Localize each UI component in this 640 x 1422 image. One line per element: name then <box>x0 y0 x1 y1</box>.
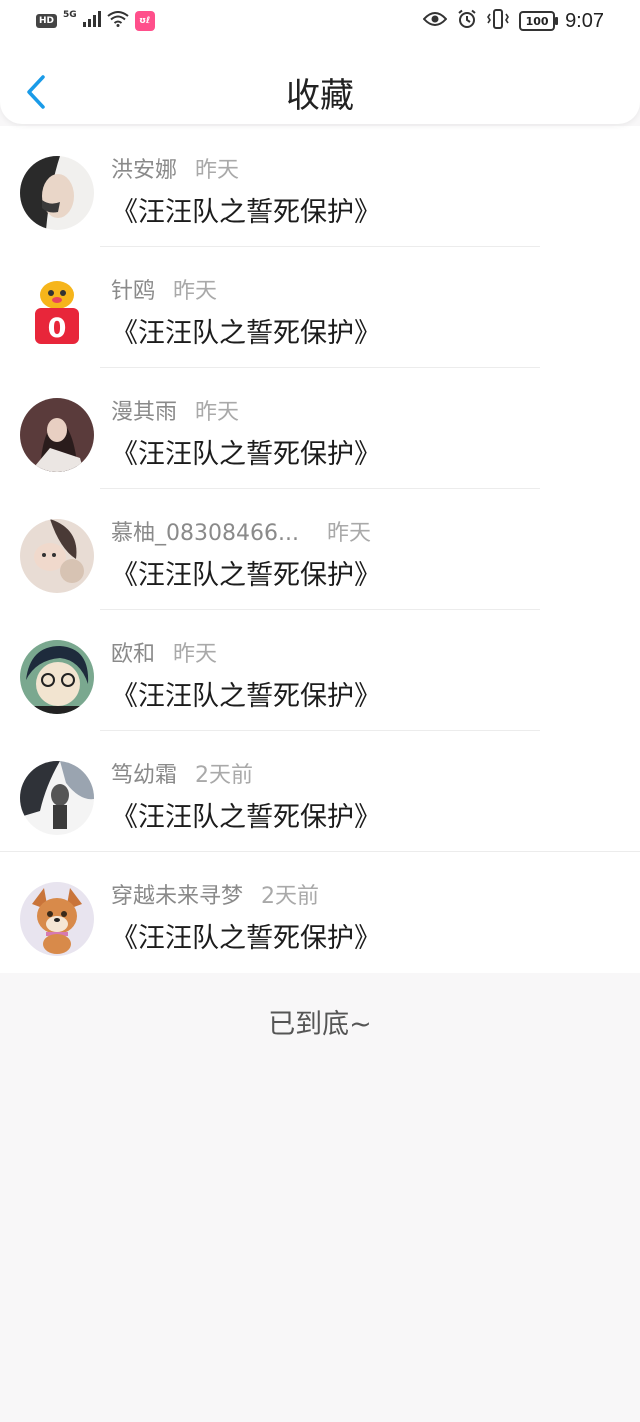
status-bar: HD 5G ʊℓ 100 9:07 <box>0 0 640 44</box>
username[interactable]: 慕柚_08308466... <box>111 521 299 546</box>
list-item[interactable]: 0 针鸥 昨天 《汪汪队之誓死保护》 <box>0 247 640 368</box>
timestamp: 昨天 <box>173 642 218 667</box>
vibrate-icon <box>487 9 510 33</box>
list-item[interactable]: 洪安娜 昨天 《汪汪队之誓死保护》 <box>0 126 640 247</box>
work-title[interactable]: 《汪汪队之誓死保护》 <box>111 674 381 713</box>
alarm-icon <box>457 9 477 33</box>
username[interactable]: 针鸥 <box>111 279 155 304</box>
page-title: 收藏 <box>286 76 354 116</box>
list-item[interactable]: 欧和 昨天 《汪汪队之誓死保护》 <box>0 610 640 731</box>
avatar-badge-text: 0 <box>48 313 67 344</box>
avatar[interactable] <box>20 882 94 956</box>
timestamp: 昨天 <box>173 279 218 304</box>
signal-icon <box>82 11 101 31</box>
timestamp: 2天前 <box>261 884 320 909</box>
avatar[interactable] <box>20 519 94 593</box>
timestamp: 昨天 <box>195 400 240 425</box>
timestamp: 2天前 <box>195 763 254 788</box>
timestamp: 昨天 <box>195 158 240 183</box>
clock: 9:07 <box>565 9 604 32</box>
work-title[interactable]: 《汪汪队之誓死保护》 <box>111 432 381 471</box>
battery-indicator: 100 <box>519 11 559 31</box>
avatar[interactable] <box>20 761 94 835</box>
favorites-list: 洪安娜 昨天 《汪汪队之誓死保护》 0 针鸥 昨天 《汪汪队之誓死保护》 漫其雨… <box>0 126 640 973</box>
list-item[interactable]: 穿越未来寻梦 2天前 《汪汪队之誓死保护》 <box>0 852 640 973</box>
list-item[interactable]: 慕柚_08308466... 昨天 《汪汪队之誓死保护》 <box>0 489 640 610</box>
username[interactable]: 笃幼霜 <box>111 763 177 788</box>
avatar[interactable] <box>20 640 94 714</box>
end-of-list-text: 已到底~ <box>268 1009 372 1040</box>
app-notification-icon: ʊℓ <box>134 11 155 31</box>
avatar[interactable] <box>20 398 94 472</box>
list-item[interactable]: 漫其雨 昨天 《汪汪队之誓死保护》 <box>0 368 640 489</box>
list-item[interactable]: 笃幼霜 2天前 《汪汪队之誓死保护》 <box>0 731 640 852</box>
work-title[interactable]: 《汪汪队之誓死保护》 <box>111 795 381 834</box>
avatar[interactable] <box>20 156 94 230</box>
work-title[interactable]: 《汪汪队之誓死保护》 <box>111 190 381 229</box>
wifi-icon <box>107 11 129 31</box>
username[interactable]: 欧和 <box>111 642 155 667</box>
username[interactable]: 穿越未来寻梦 <box>111 884 243 909</box>
avatar[interactable]: 0 <box>20 277 94 351</box>
top-bar: HD 5G ʊℓ 100 9:07 收藏 <box>0 0 640 124</box>
network-type: 5G <box>63 10 77 20</box>
work-title[interactable]: 《汪汪队之誓死保护》 <box>111 311 381 350</box>
nav-bar: 收藏 <box>0 44 640 124</box>
eye-icon <box>422 11 448 31</box>
username[interactable]: 洪安娜 <box>111 158 177 183</box>
hd-indicator: HD <box>36 14 58 28</box>
work-title[interactable]: 《汪汪队之誓死保护》 <box>111 916 381 955</box>
work-title[interactable]: 《汪汪队之誓死保护》 <box>111 553 381 592</box>
username[interactable]: 漫其雨 <box>111 400 177 425</box>
timestamp: 昨天 <box>326 521 371 546</box>
